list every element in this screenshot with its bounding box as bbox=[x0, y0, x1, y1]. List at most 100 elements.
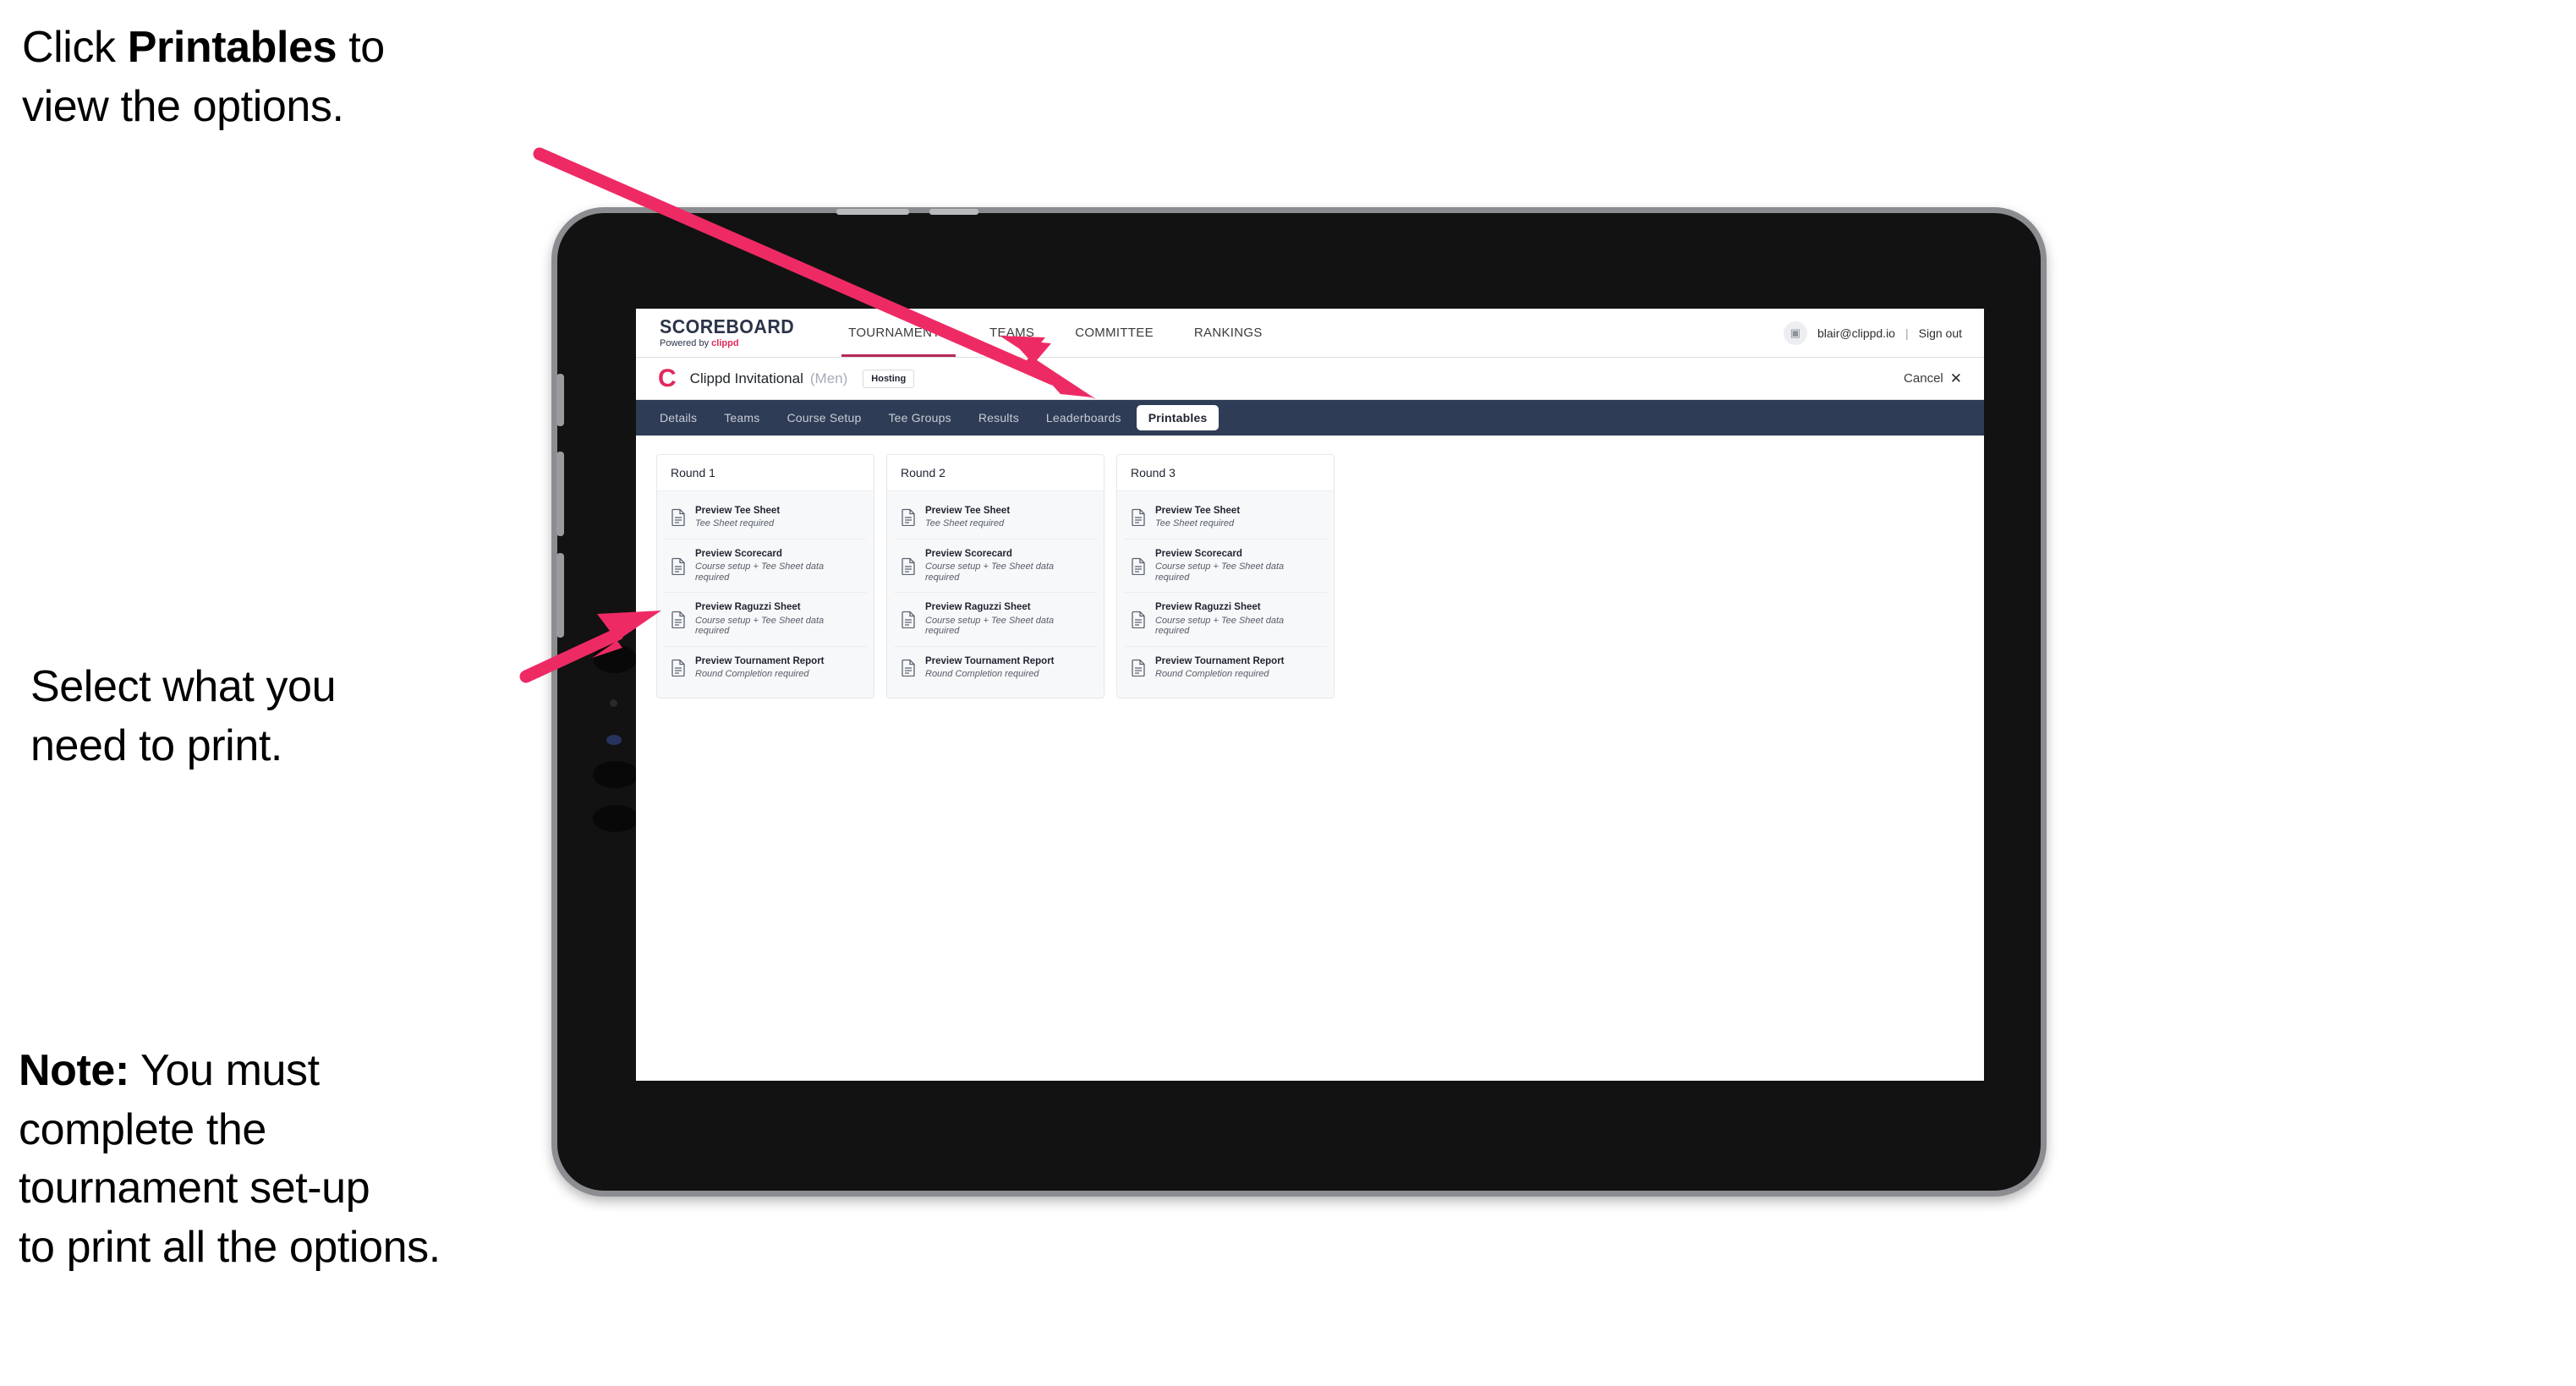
round-column: Round 1 Preview Tee Sheet Tee Sheet requ… bbox=[656, 454, 874, 698]
tab-printables-label: Printables bbox=[1148, 411, 1208, 425]
document-title: Preview Scorecard bbox=[1155, 548, 1242, 559]
document-title: Preview Raguzzi Sheet bbox=[1155, 602, 1261, 613]
nav-item-tournaments-label: TOURNAMENTS bbox=[848, 326, 949, 340]
round-title: Round 2 bbox=[887, 455, 1104, 491]
printables-content: Round 1 Preview Tee Sheet Tee Sheet requ… bbox=[636, 436, 1984, 717]
document-text: Preview Tee Sheet Tee Sheet required bbox=[925, 506, 1010, 529]
annotation-top-prefix: Click bbox=[22, 23, 128, 72]
annotation-note-bold: Note: bbox=[19, 1046, 129, 1095]
document-requirement: Course setup + Tee Sheet data required bbox=[695, 615, 825, 637]
tab-course-setup[interactable]: Course Setup bbox=[775, 405, 873, 430]
round-column: Round 2 Preview Tee Sheet Tee Sheet requ… bbox=[886, 454, 1104, 698]
device-speaker-grille-2 bbox=[929, 209, 978, 215]
avatar-icon: ▣ bbox=[1789, 326, 1801, 339]
document-icon bbox=[671, 508, 686, 527]
document-text: Preview Raguzzi Sheet Course setup + Tee… bbox=[925, 602, 1089, 637]
document-icon bbox=[671, 557, 686, 575]
document-requirement: Course setup + Tee Sheet data required bbox=[1155, 562, 1285, 583]
document-icon bbox=[902, 611, 916, 629]
tab-results-label: Results bbox=[978, 411, 1019, 425]
cancel-button-label: Cancel bbox=[1904, 371, 1943, 386]
tournament-header-bar: C Clippd Invitational (Men) Hosting Canc… bbox=[636, 358, 1984, 400]
annotation-click-printables: Click Printables to view the options. bbox=[22, 19, 580, 136]
nav-item-rankings[interactable]: RANKINGS bbox=[1174, 309, 1283, 357]
avatar[interactable]: ▣ bbox=[1783, 320, 1807, 345]
tab-details-label: Details bbox=[660, 411, 698, 425]
device-button-volume-down[interactable] bbox=[556, 553, 564, 638]
list-item[interactable]: Preview Tee Sheet Tee Sheet required bbox=[664, 496, 867, 540]
scoreboard-logo[interactable]: SCOREBOARD Powered by clippd bbox=[636, 309, 828, 357]
document-icon bbox=[1132, 611, 1146, 629]
annotation-select-to-print: Select what you need to print. bbox=[30, 662, 337, 770]
tab-tee-groups[interactable]: Tee Groups bbox=[876, 405, 962, 430]
user-email: blair@clippd.io bbox=[1817, 326, 1895, 340]
tab-leaderboards[interactable]: Leaderboards bbox=[1034, 405, 1133, 430]
list-item[interactable]: Preview Tee Sheet Tee Sheet required bbox=[894, 496, 1097, 540]
document-requirement: Round Completion required bbox=[695, 669, 809, 680]
brand-clippd-name: clippd bbox=[711, 338, 739, 348]
document-text: Preview Tee Sheet Tee Sheet required bbox=[1155, 506, 1240, 529]
document-requirement: Round Completion required bbox=[1155, 669, 1269, 680]
tournament-name: Clippd Invitational bbox=[689, 370, 803, 386]
document-title: Preview Tournament Report bbox=[925, 655, 1055, 666]
document-text: Preview Tee Sheet Tee Sheet required bbox=[695, 506, 780, 529]
document-text: Preview Tournament Report Round Completi… bbox=[1155, 656, 1285, 680]
round-title: Round 3 bbox=[1117, 455, 1334, 491]
user-account-area: ▣ blair@clippd.io | Sign out bbox=[1783, 309, 1984, 357]
list-item[interactable]: Preview Scorecard Course setup + Tee She… bbox=[1124, 540, 1327, 594]
nav-item-tournaments[interactable]: TOURNAMENTS bbox=[828, 309, 969, 357]
sign-out-link[interactable]: Sign out bbox=[1919, 326, 1962, 340]
device-camera-icon bbox=[610, 699, 617, 707]
list-item[interactable]: Preview Tournament Report Round Completi… bbox=[1124, 647, 1327, 689]
top-navigation-bar: SCOREBOARD Powered by clippd TOURNAMENTS… bbox=[636, 309, 1984, 358]
tab-teams[interactable]: Teams bbox=[712, 405, 771, 430]
document-requirement: Course setup + Tee Sheet data required bbox=[1155, 615, 1285, 637]
document-title: Preview Tee Sheet bbox=[1155, 506, 1241, 516]
document-title: Preview Tee Sheet bbox=[925, 506, 1011, 516]
device-sensor-icon bbox=[606, 735, 622, 745]
round-document-list: Preview Tee Sheet Tee Sheet required Pre… bbox=[887, 491, 1104, 698]
document-requirement: Tee Sheet required bbox=[1155, 518, 1235, 529]
tab-leaderboards-label: Leaderboards bbox=[1045, 411, 1121, 425]
tab-course-setup-label: Course Setup bbox=[787, 411, 862, 425]
device-bezel-mark-3 bbox=[593, 805, 639, 832]
main-nav-items: TOURNAMENTS TEAMS COMMITTEE RANKINGS bbox=[828, 309, 1283, 357]
list-item[interactable]: Preview Raguzzi Sheet Course setup + Tee… bbox=[664, 593, 867, 647]
list-item[interactable]: Preview Raguzzi Sheet Course setup + Tee… bbox=[894, 593, 1097, 647]
nav-item-teams[interactable]: TEAMS bbox=[969, 309, 1055, 357]
list-item[interactable]: Preview Scorecard Course setup + Tee She… bbox=[894, 540, 1097, 594]
device-button-power[interactable] bbox=[556, 374, 564, 426]
nav-item-committee[interactable]: COMMITTEE bbox=[1055, 309, 1174, 357]
tab-teams-label: Teams bbox=[724, 411, 760, 425]
screenshot-canvas: Click Printables to view the options. Se… bbox=[0, 0, 2576, 1386]
list-item[interactable]: Preview Scorecard Course setup + Tee She… bbox=[664, 540, 867, 594]
document-text: Preview Raguzzi Sheet Course setup + Tee… bbox=[1155, 602, 1319, 637]
brand-title: SCOREBOARD bbox=[660, 315, 795, 337]
document-icon bbox=[1132, 659, 1146, 677]
document-title: Preview Raguzzi Sheet bbox=[695, 602, 801, 613]
device-button-volume-up[interactable] bbox=[556, 452, 564, 536]
document-text: Preview Tournament Report Round Completi… bbox=[695, 656, 825, 680]
round-column: Round 3 Preview Tee Sheet Tee Sheet requ… bbox=[1116, 454, 1335, 698]
round-title: Round 1 bbox=[657, 455, 874, 491]
tab-details[interactable]: Details bbox=[648, 405, 709, 430]
document-title: Preview Scorecard bbox=[695, 548, 782, 559]
document-icon bbox=[902, 557, 916, 575]
document-title: Preview Tee Sheet bbox=[695, 506, 781, 516]
document-icon bbox=[902, 508, 916, 527]
nav-item-committee-label: COMMITTEE bbox=[1075, 326, 1154, 340]
document-title: Preview Scorecard bbox=[925, 548, 1012, 559]
close-icon: ✕ bbox=[1949, 370, 1962, 386]
list-item[interactable]: Preview Raguzzi Sheet Course setup + Tee… bbox=[1124, 593, 1327, 647]
tab-results[interactable]: Results bbox=[967, 405, 1031, 430]
list-item[interactable]: Preview Tournament Report Round Completi… bbox=[894, 647, 1097, 689]
document-icon bbox=[671, 659, 686, 677]
document-icon bbox=[671, 611, 686, 629]
document-requirement: Course setup + Tee Sheet data required bbox=[695, 562, 825, 583]
document-title: Preview Raguzzi Sheet bbox=[925, 602, 1031, 613]
app-screen: SCOREBOARD Powered by clippd TOURNAMENTS… bbox=[636, 309, 1984, 1081]
list-item[interactable]: Preview Tee Sheet Tee Sheet required bbox=[1124, 496, 1327, 540]
tab-printables[interactable]: Printables bbox=[1136, 405, 1219, 430]
list-item[interactable]: Preview Tournament Report Round Completi… bbox=[664, 647, 867, 689]
cancel-button[interactable]: Cancel ✕ bbox=[1904, 371, 1962, 386]
